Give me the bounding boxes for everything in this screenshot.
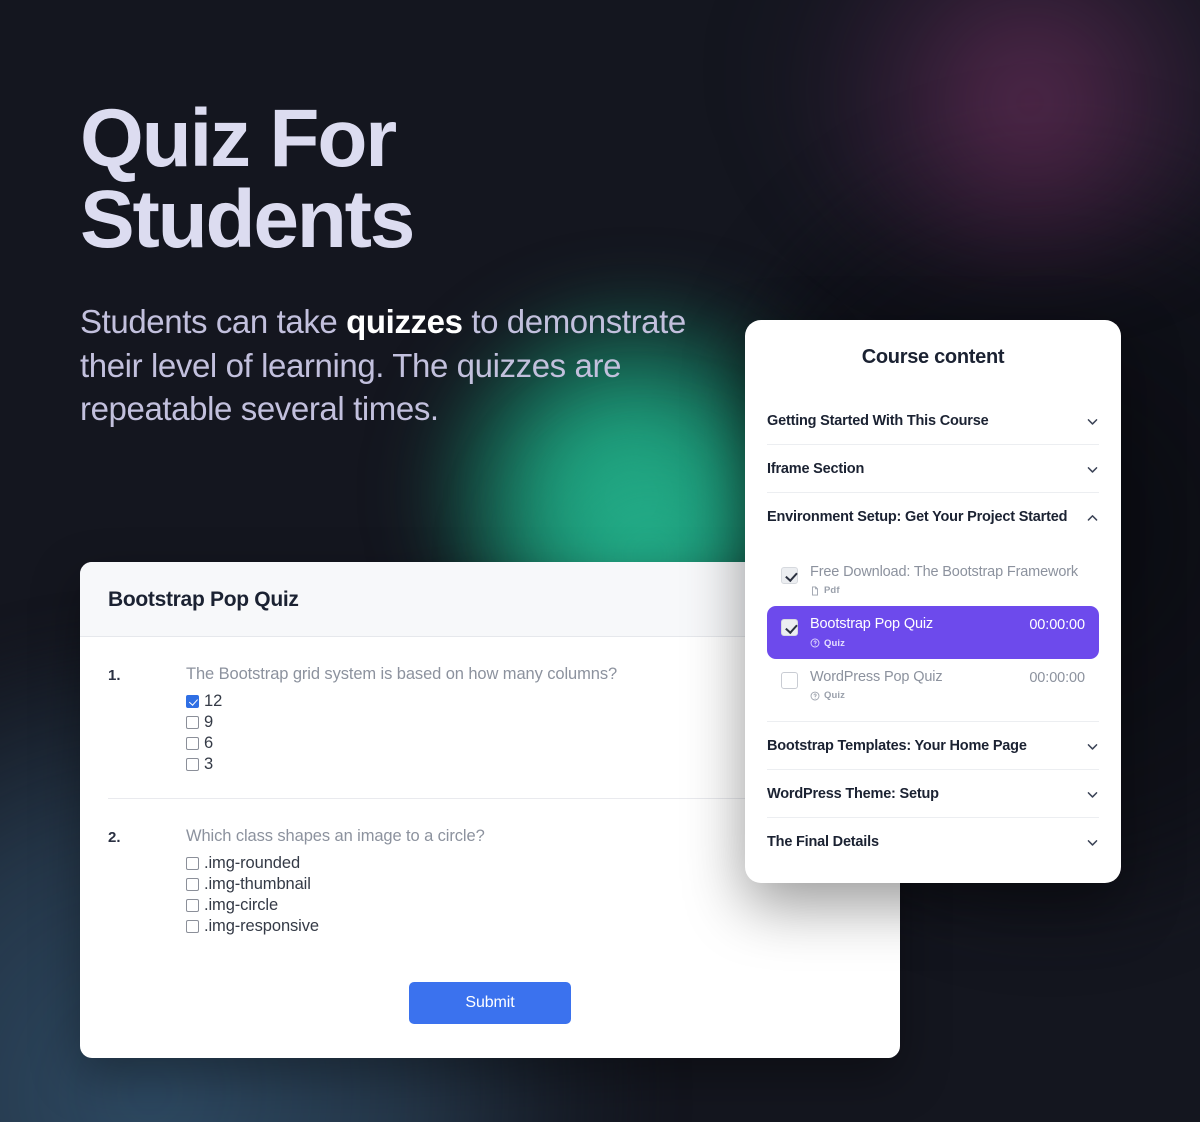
lesson-type: Quiz [810,638,1017,649]
file-icon [810,586,820,596]
answer-label: 3 [204,755,214,773]
course-lesson-item[interactable]: WordPress Pop Quiz Quiz 00:00:00 [767,659,1099,711]
course-section-label: WordPress Theme: Setup [767,786,939,803]
hero-subtitle-emphasis: quizzes [346,303,463,341]
course-content-title: Course content [861,346,1005,368]
answer-checkbox[interactable] [186,716,199,729]
course-section-label: Getting Started With This Course [767,413,989,429]
course-section-label: Environment Setup: Get Your Project Star… [767,509,1068,525]
course-content-panel: Course content Getting Started With This… [745,320,1121,884]
course-lesson-item[interactable]: Bootstrap Pop Quiz Quiz 00:00:00 [767,606,1099,659]
question-circle-icon [810,638,820,648]
answer-checkbox[interactable] [186,899,199,912]
answer-checkbox[interactable] [186,878,199,891]
lesson-details: WordPress Pop Quiz Quiz [810,669,1017,701]
answer-checkbox[interactable] [186,695,199,708]
lesson-name: WordPress Pop Quiz [810,668,943,685]
answer-checkbox[interactable] [186,920,199,933]
lesson-type: Pdf [810,585,1085,596]
course-lesson-list: Free Download: The Bootstrap Framework Pd… [767,540,1099,721]
lesson-complete-checkbox[interactable] [781,671,798,689]
answer-label: .img-rounded [204,854,301,872]
lesson-duration: 00:00:00 [1029,669,1085,686]
lesson-complete-checkbox[interactable] [781,619,798,637]
lesson-name: Bootstrap Pop Quiz [810,616,934,633]
chevron-down-icon[interactable] [1086,415,1099,428]
magenta-glow [770,0,1200,270]
answer-checkbox[interactable] [186,737,199,750]
course-section-label: Iframe Section [767,461,865,477]
course-section-header[interactable]: The Final Details [767,817,1099,865]
answer-label: .img-thumbnail [204,875,311,893]
chevron-down-icon[interactable] [1086,740,1099,753]
course-section-label: Bootstrap Templates: Your Home Page [767,738,1027,755]
quiz-footer: Submit [80,960,900,1058]
lesson-type-label: Pdf [824,585,840,597]
answer-label: .img-circle [204,896,279,914]
question-circle-icon [810,691,820,701]
answer-checkbox[interactable] [186,758,199,771]
submit-button[interactable]: Submit [409,982,571,1024]
course-section-list: Getting Started With This Course Iframe S… [767,397,1099,865]
course-lesson-item[interactable]: Free Download: The Bootstrap Framework Pd… [767,554,1099,606]
lesson-name: Free Download: The Bootstrap Framework [810,564,1079,580]
page-title: Quiz For Students [80,98,720,261]
lesson-type-label: Quiz [824,690,845,702]
answer-label: 9 [204,713,214,731]
chevron-up-icon[interactable] [1086,511,1099,524]
lesson-details: Free Download: The Bootstrap Framework Pd… [810,564,1085,596]
lesson-complete-checkbox[interactable] [781,567,798,584]
answer-option[interactable]: .img-circle [186,896,872,915]
page-title-line-2: Students [80,174,415,266]
course-section-header[interactable]: Iframe Section [767,444,1099,492]
answer-checkbox[interactable] [186,857,199,870]
lesson-type-label: Quiz [824,637,845,649]
course-section-header[interactable]: Environment Setup: Get Your Project Star… [767,492,1099,540]
lesson-type: Quiz [810,690,1017,701]
question-number: 2. [108,829,121,846]
answer-label: 6 [204,734,214,752]
lesson-duration: 00:00:00 [1029,617,1085,634]
course-section-label: The Final Details [767,834,879,851]
course-section-header[interactable]: Bootstrap Templates: Your Home Page [767,721,1099,769]
course-section-header[interactable]: WordPress Theme: Setup [767,769,1099,817]
hero-subtitle: Students can take quizzes to demonstrate… [80,300,690,431]
answer-label: .img-responsive [204,917,319,935]
hero-section: Quiz For Students Students can take quiz… [80,98,720,431]
lesson-details: Bootstrap Pop Quiz Quiz [810,616,1017,648]
question-number: 1. [108,667,121,684]
page-title-line-1: Quiz For [80,93,397,184]
chevron-down-icon[interactable] [1086,463,1099,476]
course-section-header[interactable]: Getting Started With This Course [767,397,1099,444]
hero-subtitle-part-1: Students can take [80,303,347,341]
answer-label: 12 [204,692,223,710]
answer-option[interactable]: .img-responsive [186,917,872,936]
chevron-down-icon[interactable] [1086,788,1099,801]
chevron-down-icon[interactable] [1086,836,1099,849]
